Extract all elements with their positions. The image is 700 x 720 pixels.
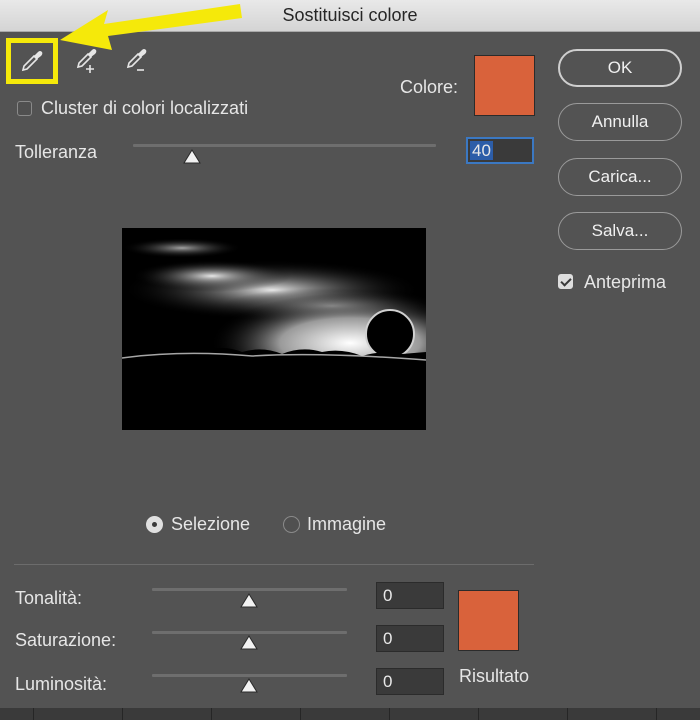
background-strip [0, 708, 700, 720]
cluster-label: Cluster di colori localizzati [41, 98, 249, 118]
color-label: Colore: [400, 77, 459, 97]
radio-selezione-label: Selezione [171, 514, 251, 534]
ok-button[interactable]: OK [558, 49, 682, 87]
tolerance-value: 40 [470, 141, 493, 160]
cancel-button[interactable]: Annulla [558, 103, 682, 141]
lightness-value: 0 [383, 672, 393, 691]
saturation-value: 0 [383, 629, 393, 648]
selection-preview-image [122, 228, 426, 430]
hue-label: Tonalità: [15, 588, 83, 608]
color-swatch[interactable] [474, 55, 535, 116]
window-title: Sostituisci colore [282, 5, 418, 25]
saturation-label: Saturazione: [15, 630, 117, 650]
eyedropper-icon [21, 51, 43, 72]
tolerance-label: Tolleranza [15, 142, 98, 162]
preview-checkbox[interactable] [558, 274, 573, 289]
section-divider [14, 564, 534, 565]
saturation-input[interactable]: 0 [376, 625, 444, 652]
eyedropper-minus-tool[interactable] [116, 40, 156, 82]
result-swatch[interactable] [458, 590, 519, 651]
result-label: Risultato [459, 666, 530, 686]
radio-selezione[interactable] [146, 516, 163, 533]
saturation-slider-track[interactable] [152, 631, 347, 634]
eyedropper-plus-tool[interactable] [66, 40, 106, 82]
tolerance-input[interactable]: 40 [466, 137, 534, 164]
cluster-checkbox[interactable] [17, 101, 32, 116]
eyedropper-plus-icon [76, 49, 97, 73]
lightness-label: Luminosità: [15, 674, 108, 694]
eyedropper-tool[interactable] [6, 38, 58, 84]
eyedropper-minus-icon [126, 49, 147, 71]
tolerance-slider-track[interactable] [133, 144, 436, 147]
hue-input[interactable]: 0 [376, 582, 444, 609]
radio-immagine[interactable] [283, 516, 300, 533]
hue-value: 0 [383, 586, 393, 605]
lightness-slider-track[interactable] [152, 674, 347, 677]
preview-label: Anteprima [584, 272, 667, 292]
hue-slider-track[interactable] [152, 588, 347, 591]
lightness-input[interactable]: 0 [376, 668, 444, 695]
save-button[interactable]: Salva... [558, 212, 682, 250]
load-button[interactable]: Carica... [558, 158, 682, 196]
radio-immagine-label: Immagine [307, 514, 387, 534]
